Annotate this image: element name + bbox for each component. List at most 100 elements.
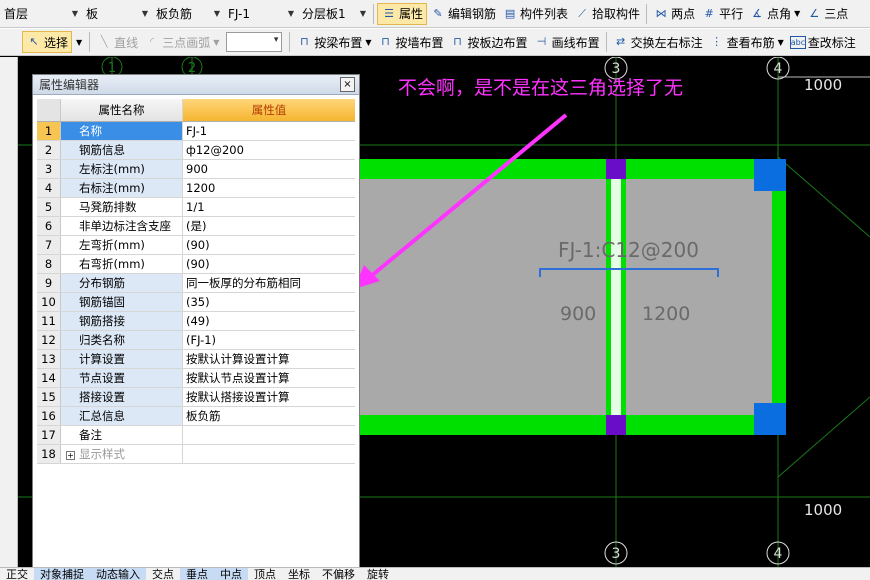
property-value[interactable]: 同一板厚的分布筋相同: [183, 274, 355, 292]
property-row[interactable]: 4 右标注(mm) 1200: [37, 179, 355, 198]
row-number: 18: [37, 445, 61, 463]
cursor-icon: ↖: [29, 35, 39, 48]
property-row[interactable]: 12 归类名称 (FJ-1): [37, 331, 355, 350]
rotate-toggle[interactable]: 旋转: [361, 568, 395, 580]
floor-select[interactable]: 首层 ▼: [0, 4, 82, 24]
property-row[interactable]: 16 汇总信息 板负筋: [37, 407, 355, 426]
component-select[interactable]: FJ-1 ▼: [224, 4, 298, 24]
property-row[interactable]: 10 钢筋锚固 (35): [37, 293, 355, 312]
row-number: 4: [37, 179, 61, 197]
snap-toggle[interactable]: 对象捕捉: [34, 568, 90, 580]
property-value[interactable]: 900: [183, 160, 355, 178]
place-by-beam-button[interactable]: ⊓ 按梁布置 ▼: [293, 31, 374, 53]
parallel-button[interactable]: # 平行: [698, 3, 746, 25]
edit-rebar-button[interactable]: ✎ 编辑钢筋: [427, 3, 499, 25]
property-value[interactable]: 板负筋: [183, 407, 355, 425]
beam-icon: ⊓: [300, 35, 309, 48]
chevron-down-icon: ▼: [777, 37, 784, 47]
select-button[interactable]: ↖ 选择: [22, 31, 73, 53]
line-button[interactable]: ╲ 直线: [93, 31, 141, 53]
type-select[interactable]: 板负筋 ▼: [152, 4, 224, 24]
divider: [605, 32, 607, 52]
two-point-button[interactable]: ⋈ 两点: [650, 3, 698, 25]
ortho-toggle[interactable]: 正交: [0, 568, 34, 580]
floor-value: 首层: [4, 7, 29, 21]
three-point-button[interactable]: ∠ 三点: [803, 3, 851, 25]
property-value[interactable]: 按默认计算设置计算: [183, 350, 355, 368]
close-icon[interactable]: ×: [340, 77, 355, 92]
row-number: 9: [37, 274, 61, 292]
property-button[interactable]: ☰ 属性: [377, 2, 428, 25]
slab[interactable]: [348, 179, 772, 415]
column-top-right[interactable]: [754, 159, 786, 191]
vertex-toggle[interactable]: 顶点: [248, 568, 282, 580]
intersection-toggle[interactable]: 交点: [146, 568, 180, 580]
line-placement-button[interactable]: ⊣ 画线布置: [531, 31, 603, 53]
property-editor-panel[interactable]: 属性编辑器 × 属性名称 属性值 1 名称 FJ-1 2 钢筋信息 ф12@200 3 左标注…: [32, 74, 360, 568]
property-value[interactable]: 按默认节点设置计算: [183, 369, 355, 387]
property-value[interactable]: 1/1: [183, 198, 355, 216]
property-row[interactable]: 5 马凳筋排数 1/1: [37, 198, 355, 217]
label-icon: abc: [789, 35, 806, 49]
property-value[interactable]: ф12@200: [183, 141, 355, 159]
column-bottom-right[interactable]: [754, 403, 786, 435]
edit-label-button[interactable]: abc 查改标注: [787, 31, 859, 53]
chevron-down-icon: ▼: [213, 37, 220, 47]
property-value[interactable]: (90): [183, 236, 355, 254]
swap-labels-button[interactable]: ⇄ 交换左右标注: [610, 31, 706, 53]
property-row[interactable]: 1 名称 FJ-1: [37, 122, 355, 141]
property-row[interactable]: 7 左弯折(mm) (90): [37, 236, 355, 255]
pick-component-button[interactable]: ⟋ 拾取构件: [571, 3, 643, 25]
property-name: 分布钢筋: [61, 274, 183, 292]
place-by-wall-button[interactable]: ⊓ 按墙布置: [375, 31, 447, 53]
layer-select[interactable]: 分层板1 ▼: [298, 4, 370, 24]
property-value[interactable]: [183, 445, 355, 463]
point-angle-button[interactable]: ∡ 点角 ▼: [746, 3, 803, 25]
property-value[interactable]: FJ-1: [183, 122, 355, 140]
property-rows: 1 名称 FJ-1 2 钢筋信息 ф12@200 3 左标注(mm) 900 4 右标注(mm) 12…: [37, 122, 355, 464]
property-row[interactable]: 9 分布钢筋 同一板厚的分布筋相同: [37, 274, 355, 293]
property-row[interactable]: 14 节点设置 按默认节点设置计算: [37, 369, 355, 388]
place-by-slab-edge-button[interactable]: ⊓ 按板边布置: [447, 31, 531, 53]
arc-button[interactable]: ◜ 三点画弧 ▼: [141, 31, 222, 53]
property-row[interactable]: 6 非单边标注含支座 (是): [37, 217, 355, 236]
property-row[interactable]: 2 钢筋信息 ф12@200: [37, 141, 355, 160]
row-number: 8: [37, 255, 61, 273]
property-row[interactable]: 18 + 显示样式: [37, 445, 355, 464]
property-value[interactable]: (是): [183, 217, 355, 235]
perpendicular-toggle[interactable]: 垂点: [180, 568, 214, 580]
midpoint-toggle[interactable]: 中点: [214, 568, 248, 580]
dimension-top: 1000: [804, 76, 842, 94]
property-row[interactable]: 17 备注: [37, 426, 355, 445]
property-value[interactable]: 按默认搭接设置计算: [183, 388, 355, 406]
chevron-down-icon[interactable]: ▼: [76, 38, 82, 47]
property-value[interactable]: [183, 426, 355, 444]
category-select[interactable]: 板 ▼: [82, 4, 152, 24]
guide-line: [777, 156, 870, 238]
property-row[interactable]: 8 右弯折(mm) (90): [37, 255, 355, 274]
dynamic-input-toggle[interactable]: 动态输入: [90, 568, 146, 580]
property-value[interactable]: (49): [183, 312, 355, 330]
swap-labels-label: 交换左右标注: [630, 35, 703, 50]
place-by-slab-edge-label: 按板边布置: [467, 35, 528, 50]
blank-select[interactable]: [226, 32, 283, 52]
view-rebar-icon: ⋮: [711, 35, 723, 48]
property-row[interactable]: 11 钢筋搭接 (49): [37, 312, 355, 331]
left-dock-strip: [0, 57, 18, 567]
property-value[interactable]: (FJ-1): [183, 331, 355, 349]
property-value[interactable]: (90): [183, 255, 355, 273]
property-row[interactable]: 3 左标注(mm) 900: [37, 160, 355, 179]
no-offset-select[interactable]: 不偏移: [316, 568, 361, 580]
chevron-down-icon: ▼: [794, 9, 801, 18]
component-list-button[interactable]: ▤ 构件列表: [499, 3, 571, 25]
view-rebar-button[interactable]: ⋮ 查看布筋 ▼: [706, 31, 787, 53]
property-row[interactable]: 13 计算设置 按默认计算设置计算: [37, 350, 355, 369]
eyedropper-icon: ⟋: [578, 6, 586, 20]
property-value[interactable]: (35): [183, 293, 355, 311]
property-value[interactable]: 1200: [183, 179, 355, 197]
coordinate-toggle[interactable]: 坐标: [282, 568, 316, 580]
select-label: 选择: [44, 35, 69, 50]
panel-title-bar[interactable]: 属性编辑器 ×: [33, 75, 359, 95]
property-row[interactable]: 15 搭接设置 按默认搭接设置计算: [37, 388, 355, 407]
expand-icon[interactable]: +: [66, 451, 75, 460]
